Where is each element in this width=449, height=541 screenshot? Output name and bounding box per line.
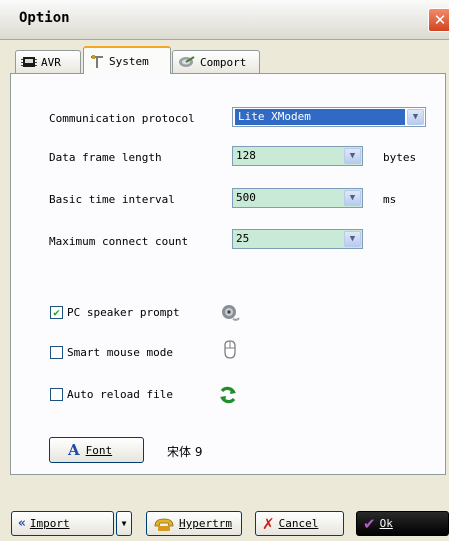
pc-speaker-label: PC speaker prompt [67,306,180,319]
system-tab-panel [10,73,446,475]
font-button[interactable]: A Font [49,437,144,463]
tab-avr-label: AVR [41,55,61,69]
hypertrm-button[interactable]: Hypertrm [146,511,242,536]
mouse-icon [224,340,236,359]
frame-length-value: 128 [236,149,256,162]
window-title: Option [19,10,70,26]
connect-count-select[interactable]: 25 ▼ [232,229,363,249]
frame-length-select[interactable]: 128 ▼ [232,146,363,166]
cancel-button[interactable]: ✗ Cancel [255,511,344,536]
font-button-label: Font [85,443,113,457]
time-interval-label: Basic time interval [49,193,175,206]
import-button[interactable]: « Import [11,511,114,536]
import-button-label: Import [29,517,70,530]
tab-avr[interactable]: AVR [15,50,81,73]
tab-system-label: System [109,54,149,68]
satellite-dish-icon [179,56,195,67]
auto-reload-checkbox[interactable] [50,388,63,401]
check-icon: ✔ [53,306,60,319]
cancel-button-label: Cancel [278,517,319,530]
tab-system[interactable]: System [83,46,171,74]
import-dropdown-button[interactable]: ▼ [116,511,132,536]
double-chevron-left-icon: « [18,516,26,531]
time-interval-select[interactable]: 500 ▼ [232,188,363,208]
title-bar[interactable]: Option ✕ [0,0,449,40]
time-interval-unit: ms [383,193,397,206]
close-icon: ✕ [433,11,447,29]
ok-button-label: Ok [379,517,393,530]
checkmark-icon: ✔ [363,514,376,533]
tab-comport[interactable]: Comport [172,50,260,73]
chevron-down-icon: ▼ [121,519,127,528]
smart-mouse-label: Smart mouse mode [67,346,173,359]
option-dialog: Option ✕ AVR System Comport Communicatio… [0,0,449,541]
tab-comport-label: Comport [200,55,247,69]
chip-icon [21,57,37,67]
connect-count-value: 25 [236,232,250,245]
ok-button[interactable]: ✔ Ok [356,511,449,536]
protocol-select[interactable]: Lite XModem ▼ [232,107,426,127]
current-font-value: 宋体 9 [167,445,203,459]
chevron-down-icon[interactable]: ▼ [344,231,361,247]
smart-mouse-checkbox[interactable] [50,346,63,359]
protocol-value: Lite XModem [235,109,405,125]
speaker-icon [222,305,240,321]
tools-icon [91,55,103,68]
pc-speaker-checkbox[interactable]: ✔ [50,306,63,319]
refresh-icon [220,386,236,404]
cancel-x-icon: ✗ [262,514,275,533]
phone-icon [154,518,174,531]
frame-length-unit: bytes [383,151,417,164]
time-interval-value: 500 [236,191,256,204]
protocol-label: Communication protocol [49,112,195,125]
chevron-down-icon[interactable]: ▼ [344,190,361,206]
frame-length-label: Data frame length [49,151,162,164]
font-icon: A [68,441,80,459]
chevron-down-icon[interactable]: ▼ [344,148,361,164]
chevron-down-icon[interactable]: ▼ [407,109,424,125]
connect-count-label: Maximum connect count [49,235,189,248]
hypertrm-button-label: Hypertrm [179,517,232,530]
close-button[interactable]: ✕ [428,8,449,32]
auto-reload-label: Auto reload file [67,388,173,401]
